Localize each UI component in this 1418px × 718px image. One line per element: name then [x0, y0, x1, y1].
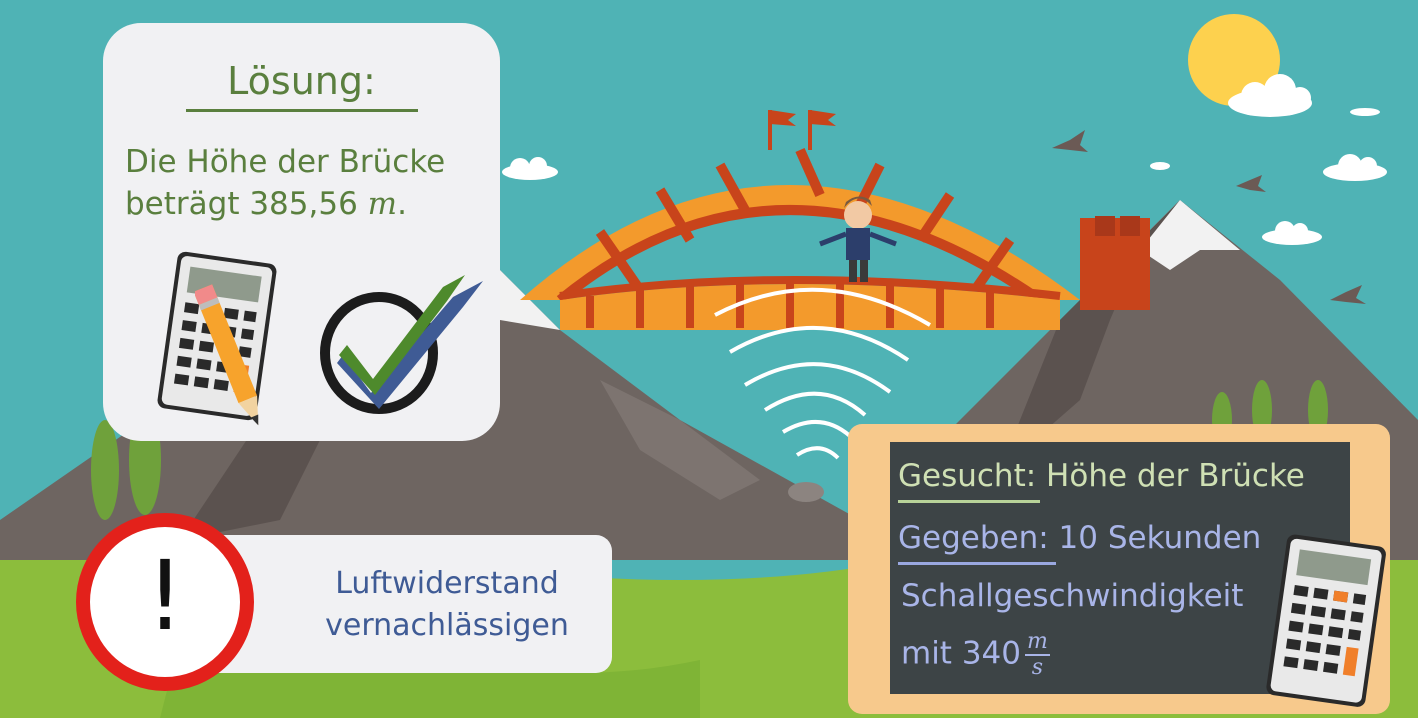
solution-unit: m: [367, 186, 398, 222]
warning-line-2: vernachlässigen: [325, 608, 569, 643]
title-underline: [186, 109, 418, 112]
solution-line-1: Die Höhe der Brücke: [125, 144, 446, 180]
sought-line: Gesucht: Höhe der Brücke: [898, 458, 1305, 494]
sought-label: Gesucht:: [898, 458, 1037, 494]
speed-label: Schallgeschwindigkeit: [901, 578, 1244, 614]
unit-numerator: m: [1025, 629, 1050, 656]
exclamation-mark: !: [145, 540, 185, 652]
solution-card: Lösung: Die Höhe der Brücke beträgt 385,…: [103, 23, 500, 441]
exclamation-icon: !: [76, 513, 254, 691]
pencil-icon: [195, 284, 259, 426]
warning-text: Luftwiderstand vernachlässigen: [282, 563, 612, 647]
unit-fraction: ms: [1025, 630, 1050, 680]
checkmark-icon: [320, 275, 483, 414]
unit-denominator: s: [1031, 655, 1044, 680]
chalkboard-frame: Gesucht: Höhe der Brücke Gegeben: 10 Sek…: [848, 424, 1390, 714]
given-line: Gegeben: 10 Sekunden: [898, 520, 1261, 556]
given-value: 10 Sekunden: [1048, 520, 1262, 556]
solution-value: beträgt 385,56: [125, 186, 368, 222]
warning-line-1: Luftwiderstand: [335, 566, 559, 601]
solution-period: .: [397, 186, 407, 222]
given-underline: [898, 562, 1056, 565]
sought-underline: [898, 500, 1040, 503]
solution-text: Die Höhe der Brücke beträgt 385,56 m.: [125, 141, 495, 225]
sought-value: Höhe der Brücke: [1036, 458, 1305, 494]
speed-value: mit 340: [901, 635, 1021, 672]
solution-title: Lösung:: [227, 59, 376, 103]
given-label: Gegeben:: [898, 520, 1049, 556]
speed-value-line: mit 340 m s: [901, 630, 1050, 680]
calculator-icon: [1266, 534, 1386, 707]
solution-line-2: beträgt 385,56 m.: [125, 183, 495, 225]
